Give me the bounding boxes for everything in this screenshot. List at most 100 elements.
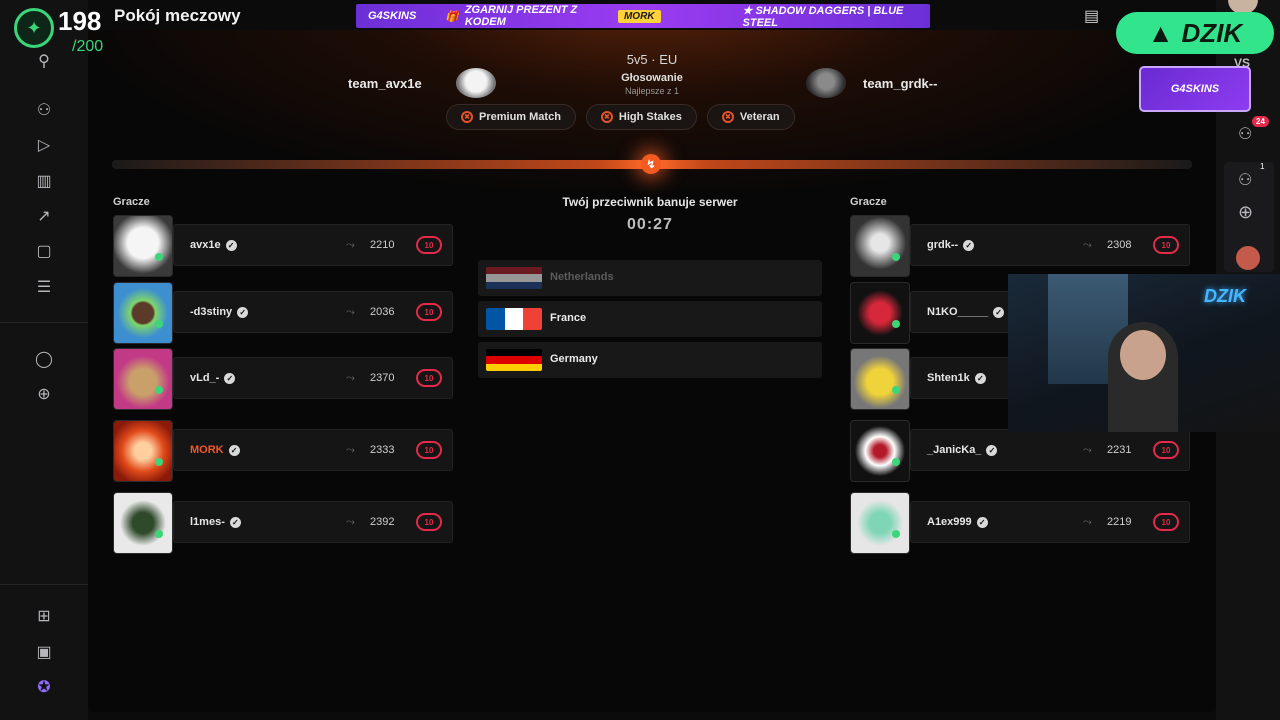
club-icon[interactable]: ◯ (31, 346, 57, 372)
webcam-face (1120, 330, 1166, 380)
server-option[interactable]: France (478, 301, 822, 337)
flag-stripe (504, 308, 524, 330)
player-name[interactable]: vLd_- ✓ (190, 372, 236, 384)
team-right-avatar[interactable] (806, 68, 846, 98)
stats-chart-icon[interactable]: ↗ (31, 203, 57, 229)
search-icon[interactable]: ⚲ (31, 48, 57, 74)
player-info-bar[interactable]: -d3stiny ✓ ⤳ 2036 10 (173, 291, 453, 333)
server-name: Netherlands (550, 271, 614, 283)
level-icon[interactable]: ✦ (14, 8, 54, 48)
video-icon[interactable]: ▢ (31, 238, 57, 264)
add-icon[interactable]: ⊕ (31, 381, 57, 407)
player-name[interactable]: -d3stiny ✓ (190, 306, 249, 318)
skill-level-badge: 10 (416, 369, 442, 387)
verified-check-icon: ✓ (963, 239, 975, 251)
elo-trend-icon: ⤳ (346, 516, 355, 528)
match-format: 5v5 · EU (626, 52, 678, 67)
promo-text: ZGARNIJ PREZENT Z KODEM (464, 4, 578, 28)
page-title: Pokój meczowy (114, 6, 241, 25)
player-elo: 2308 (1107, 239, 1132, 251)
country-flag-icon (486, 349, 542, 371)
ranking-icon[interactable]: ▥ (31, 168, 57, 194)
player-avatar[interactable] (113, 348, 173, 410)
tag-label: Premium Match (479, 111, 561, 123)
flag-stripe (486, 308, 505, 330)
online-status-dot (155, 530, 163, 538)
left-sidebar: ⚲ ⚇ ▷ ▥ ↗ ▢ ☰ ◯ ⊕ ⊞ ▣ ✪ (0, 0, 88, 720)
player-name[interactable]: MORK ✓ (190, 444, 240, 456)
player-name-text: l1mes- (190, 516, 225, 528)
tag-icon: ✖ (600, 111, 613, 123)
player-avatar[interactable] (113, 215, 173, 277)
player-name[interactable]: _JanicKa_ ✓ (927, 444, 998, 456)
player-avatar[interactable] (113, 282, 173, 344)
player-info-bar[interactable]: MORK ✓ ⤳ 2333 10 (173, 429, 453, 471)
flag-stripe (486, 356, 542, 364)
player-row[interactable]: A1ex999 ✓ ⤳ 2219 10 (850, 492, 1192, 554)
player-info-bar[interactable]: l1mes- ✓ ⤳ 2392 10 (173, 501, 453, 543)
add-friend-icon[interactable]: ⊕ (1238, 202, 1253, 223)
player-name-text: Shten1k (927, 372, 970, 384)
flag-stripe (486, 274, 542, 282)
player-name[interactable]: N1KO_____ ✓ (927, 306, 1005, 318)
elo-trend-icon: ⤳ (346, 306, 355, 318)
player-row[interactable]: vLd_- ✓ ⤳ 2370 10 (113, 348, 455, 410)
promo-product: ★ SHADOW DAGGERS | BLUE STEEL (742, 4, 904, 29)
player-avatar[interactable] (113, 492, 173, 554)
premium-star-icon[interactable]: ✪ (31, 674, 57, 700)
player-name-text: avx1e (190, 239, 221, 251)
team-right-name[interactable]: team_grdk-- (863, 76, 937, 91)
team-left-name[interactable]: team_avx1e (348, 76, 422, 91)
add-screen-icon[interactable]: ⊞ (31, 603, 57, 629)
player-elo: 2036 (370, 306, 395, 318)
team-left-avatar[interactable] (456, 68, 496, 98)
player-row[interactable]: grdk-- ✓ ⤳ 2308 10 (850, 215, 1192, 277)
player-name[interactable]: Shten1k ✓ (927, 372, 986, 384)
promo-banner[interactable]: G4SKINS 🎁 ZGARNIJ PREZENT Z KODEM MORK ★… (356, 4, 930, 29)
g4skins-overlay-badge: G4SKINS (1139, 66, 1251, 112)
player-elo: 2333 (370, 444, 395, 456)
friends-icon[interactable]: ⚇ (1238, 170, 1252, 190)
online-status-dot (892, 386, 900, 394)
verified-check-icon: ✓ (237, 306, 249, 318)
webcam-neon-logo: DZIK (1204, 286, 1246, 306)
dzik-label: DZIK (1181, 17, 1243, 48)
player-info-bar[interactable]: grdk-- ✓ ⤳ 2308 10 (910, 224, 1190, 266)
player-info-bar[interactable]: _JanicKa_ ✓ ⤳ 2231 10 (910, 429, 1190, 471)
server-option[interactable]: Netherlands (478, 260, 822, 296)
player-avatar[interactable] (113, 420, 173, 482)
friends-count: 1 (1260, 162, 1265, 171)
player-avatar[interactable] (850, 348, 910, 410)
player-info-bar[interactable]: avx1e ✓ ⤳ 2210 10 (173, 224, 453, 266)
play-icon[interactable]: ▷ (31, 132, 57, 158)
inventory-icon[interactable]: ▣ (31, 639, 57, 665)
player-name-text: N1KO_____ (927, 306, 989, 318)
player-row[interactable]: -d3stiny ✓ ⤳ 2036 10 (113, 282, 455, 344)
player-avatar[interactable] (850, 215, 910, 277)
player-row[interactable]: l1mes- ✓ ⤳ 2392 10 (113, 492, 455, 554)
online-status-dot (892, 458, 900, 466)
friend-avatar[interactable] (1236, 246, 1260, 270)
player-row[interactable]: avx1e ✓ ⤳ 2210 10 (113, 215, 455, 277)
party-icon[interactable]: ⚇ (1238, 124, 1252, 144)
player-avatar[interactable] (850, 282, 910, 344)
skill-level-badge: 10 (416, 303, 442, 321)
online-status-dot (892, 530, 900, 538)
player-info-bar[interactable]: vLd_- ✓ ⤳ 2370 10 (173, 357, 453, 399)
elo-trend-icon: ⤳ (1083, 239, 1092, 251)
chat-icon[interactable]: ▤ (1084, 6, 1099, 26)
player-avatar[interactable] (850, 492, 910, 554)
g4skins-label: G4SKINS (1170, 83, 1220, 95)
player-name[interactable]: grdk-- ✓ (927, 239, 975, 251)
list-icon[interactable]: ☰ (31, 274, 57, 300)
verified-check-icon: ✓ (993, 306, 1005, 318)
server-option[interactable]: Germany (478, 342, 822, 378)
player-name[interactable]: avx1e ✓ (190, 239, 237, 251)
player-info-bar[interactable]: A1ex999 ✓ ⤳ 2219 10 (910, 501, 1190, 543)
find-players-icon[interactable]: ⚇ (31, 97, 57, 123)
skill-level-badge: 10 (1153, 441, 1179, 459)
player-avatar[interactable] (850, 420, 910, 482)
player-name[interactable]: l1mes- ✓ (190, 516, 241, 528)
player-name[interactable]: A1ex999 ✓ (927, 516, 988, 528)
player-row[interactable]: MORK ✓ ⤳ 2333 10 (113, 420, 455, 482)
